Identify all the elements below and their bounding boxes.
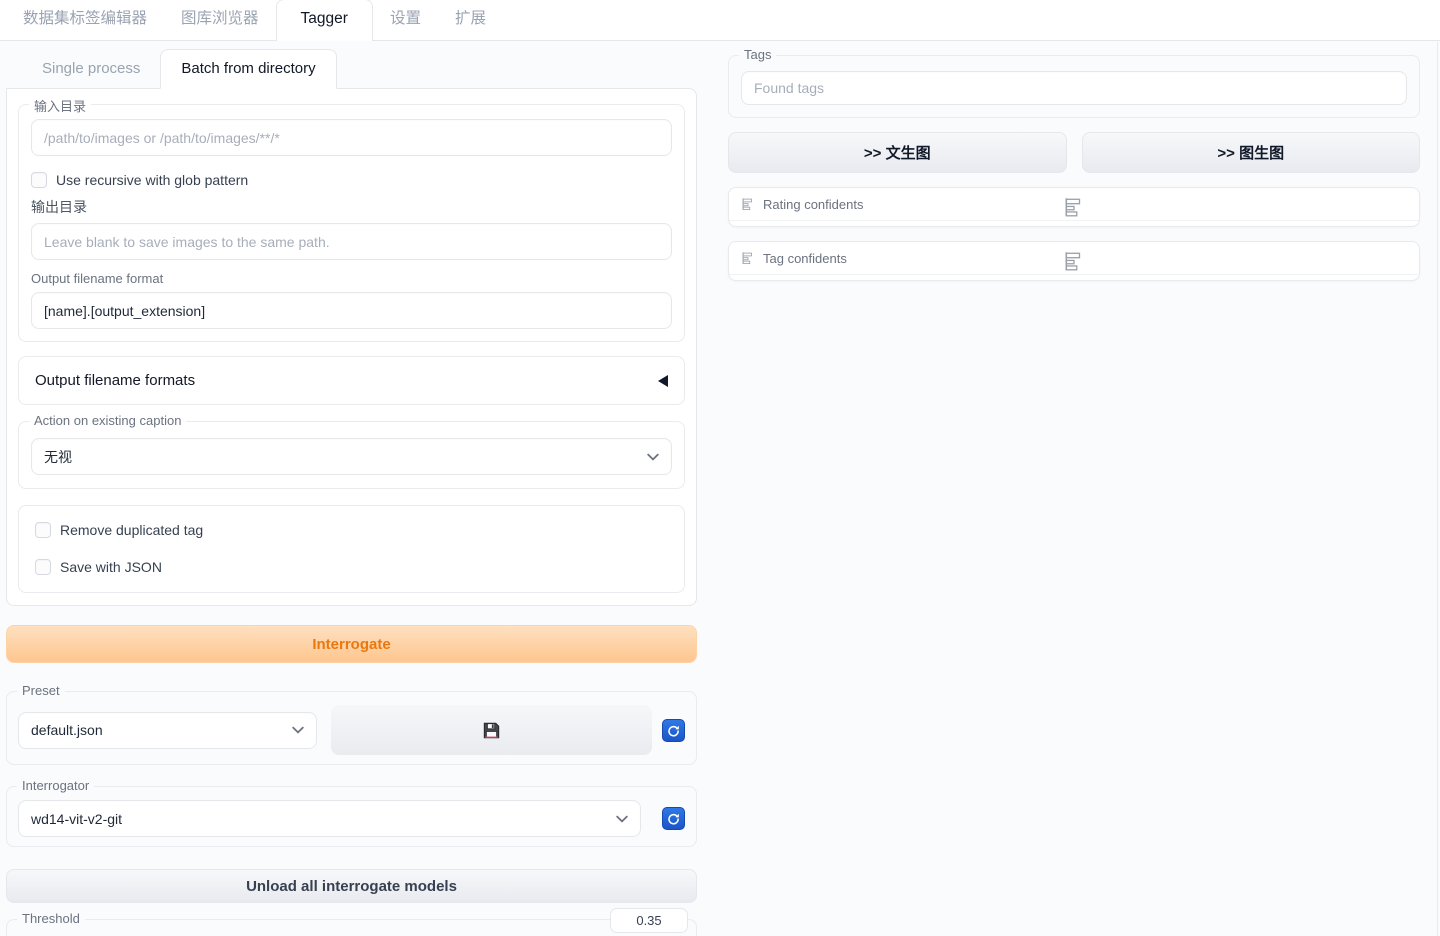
options-form: Remove duplicated tag Save with JSON — [18, 505, 685, 593]
directories-form: 输入目录 Use recursive with glob pattern 输出目… — [18, 96, 685, 342]
refresh-icon — [668, 813, 679, 825]
tab-extensions[interactable]: 扩展 — [438, 0, 503, 40]
action-dropdown-value: 无视 — [44, 448, 72, 465]
save-with-json-row[interactable]: Save with JSON — [35, 559, 668, 575]
send-to-txt2img-label: >> 文生图 — [863, 145, 931, 162]
preset-dropdown-value: default.json — [31, 722, 103, 738]
threshold-form: Threshold 0.35 — [6, 908, 697, 936]
remove-duplicated-tag-row[interactable]: Remove duplicated tag — [35, 522, 668, 538]
left-column: Single process Batch from directory 输入目录… — [6, 41, 697, 936]
batch-panel: 输入目录 Use recursive with glob pattern 输出目… — [6, 88, 697, 606]
send-to-txt2img-button[interactable]: >> 文生图 — [728, 132, 1067, 173]
output-dir-label: 输出目录 — [31, 199, 87, 215]
threshold-value: 0.35 — [636, 913, 662, 928]
action-form: Action on existing caption 无视 — [18, 413, 685, 489]
recursive-checkbox[interactable] — [31, 172, 47, 188]
tags-form: Tags — [728, 47, 1420, 118]
tab-settings[interactable]: 设置 — [373, 0, 438, 40]
chevron-down-icon — [647, 453, 659, 461]
bar-chart-icon — [1065, 252, 1081, 271]
refresh-preset-button[interactable] — [662, 718, 685, 742]
send-buttons-row: >> 文生图 >> 图生图 — [728, 132, 1420, 173]
mode-tab-bar: Single process Batch from directory — [6, 41, 697, 89]
tab-batch-from-directory[interactable]: Batch from directory — [160, 49, 337, 89]
tab-dataset-tag-editor[interactable]: 数据集标签编辑器 — [6, 0, 164, 40]
save-preset-button[interactable] — [331, 705, 652, 755]
page-right-divider — [1437, 42, 1438, 936]
interrogate-button[interactable]: Interrogate — [6, 625, 697, 663]
action-on-existing-caption-label: Action on existing caption — [29, 413, 187, 428]
remove-duplicated-tag-label: Remove duplicated tag — [60, 522, 204, 538]
output-filename-format-label: Output filename format — [31, 271, 164, 286]
interrogator-label: Interrogator — [17, 778, 95, 793]
remove-duplicated-tag-checkbox[interactable] — [35, 522, 51, 538]
refresh-interrogator-button[interactable] — [662, 807, 685, 830]
unload-models-button[interactable]: Unload all interrogate models — [6, 869, 697, 903]
interrogator-dropdown-value: wd14-vit-v2-git — [31, 810, 123, 827]
tags-label: Tags — [739, 47, 777, 62]
bar-chart-icon — [742, 198, 752, 211]
preset-label: Preset — [17, 683, 65, 698]
threshold-label: Threshold — [17, 911, 85, 926]
tag-confidents-label: Tag confidents — [763, 250, 847, 266]
send-to-img2img-button[interactable]: >> 图生图 — [1081, 132, 1420, 173]
chevron-down-icon — [616, 815, 628, 823]
bar-chart-icon — [742, 252, 752, 265]
tab-single-process[interactable]: Single process — [22, 50, 160, 88]
input-dir-field[interactable] — [31, 119, 672, 156]
output-filename-formats-accordion[interactable]: Output filename formats — [18, 356, 685, 405]
preset-form: Preset default.json — [6, 683, 697, 765]
threshold-number-input[interactable]: 0.35 — [610, 908, 688, 933]
action-dropdown[interactable]: 无视 — [31, 438, 672, 475]
right-column: Tags >> 文生图 >> 图生图 Rating confidents — [728, 41, 1420, 936]
interrogator-dropdown[interactable]: wd14-vit-v2-git — [18, 800, 641, 837]
interrogate-button-label: Interrogate — [312, 635, 391, 653]
accordion-collapsed-icon — [658, 374, 668, 387]
interrogator-form: Interrogator wd14-vit-v2-git — [6, 778, 697, 847]
accordion-label: Output filename formats — [35, 372, 196, 389]
output-dir-field[interactable] — [31, 223, 672, 260]
rating-confidents-panel: Rating confidents — [728, 187, 1420, 227]
top-tab-bar: 数据集标签编辑器 图库浏览器 Tagger 设置 扩展 — [0, 0, 1440, 41]
chevron-down-icon — [292, 726, 304, 734]
preset-dropdown[interactable]: default.json — [18, 711, 317, 749]
tag-confidents-panel: Tag confidents — [728, 241, 1420, 281]
input-dir-label: 输入目录 — [29, 96, 92, 115]
recursive-checkbox-label: Use recursive with glob pattern — [56, 172, 249, 188]
save-with-json-checkbox[interactable] — [35, 559, 51, 575]
refresh-icon — [668, 725, 679, 736]
rating-confidents-label: Rating confidents — [763, 196, 864, 212]
send-to-img2img-label: >> 图生图 — [1217, 145, 1285, 162]
floppy-disk-icon — [483, 722, 500, 738]
recursive-checkbox-row[interactable]: Use recursive with glob pattern — [31, 172, 672, 188]
tab-image-browser[interactable]: 图库浏览器 — [164, 0, 276, 40]
found-tags-field[interactable] — [741, 71, 1407, 105]
output-filename-format-field[interactable] — [31, 292, 672, 329]
tab-tagger[interactable]: Tagger — [275, 0, 373, 41]
unload-models-button-label: Unload all interrogate models — [246, 877, 457, 895]
save-with-json-label: Save with JSON — [60, 559, 162, 575]
bar-chart-icon — [1065, 198, 1081, 217]
